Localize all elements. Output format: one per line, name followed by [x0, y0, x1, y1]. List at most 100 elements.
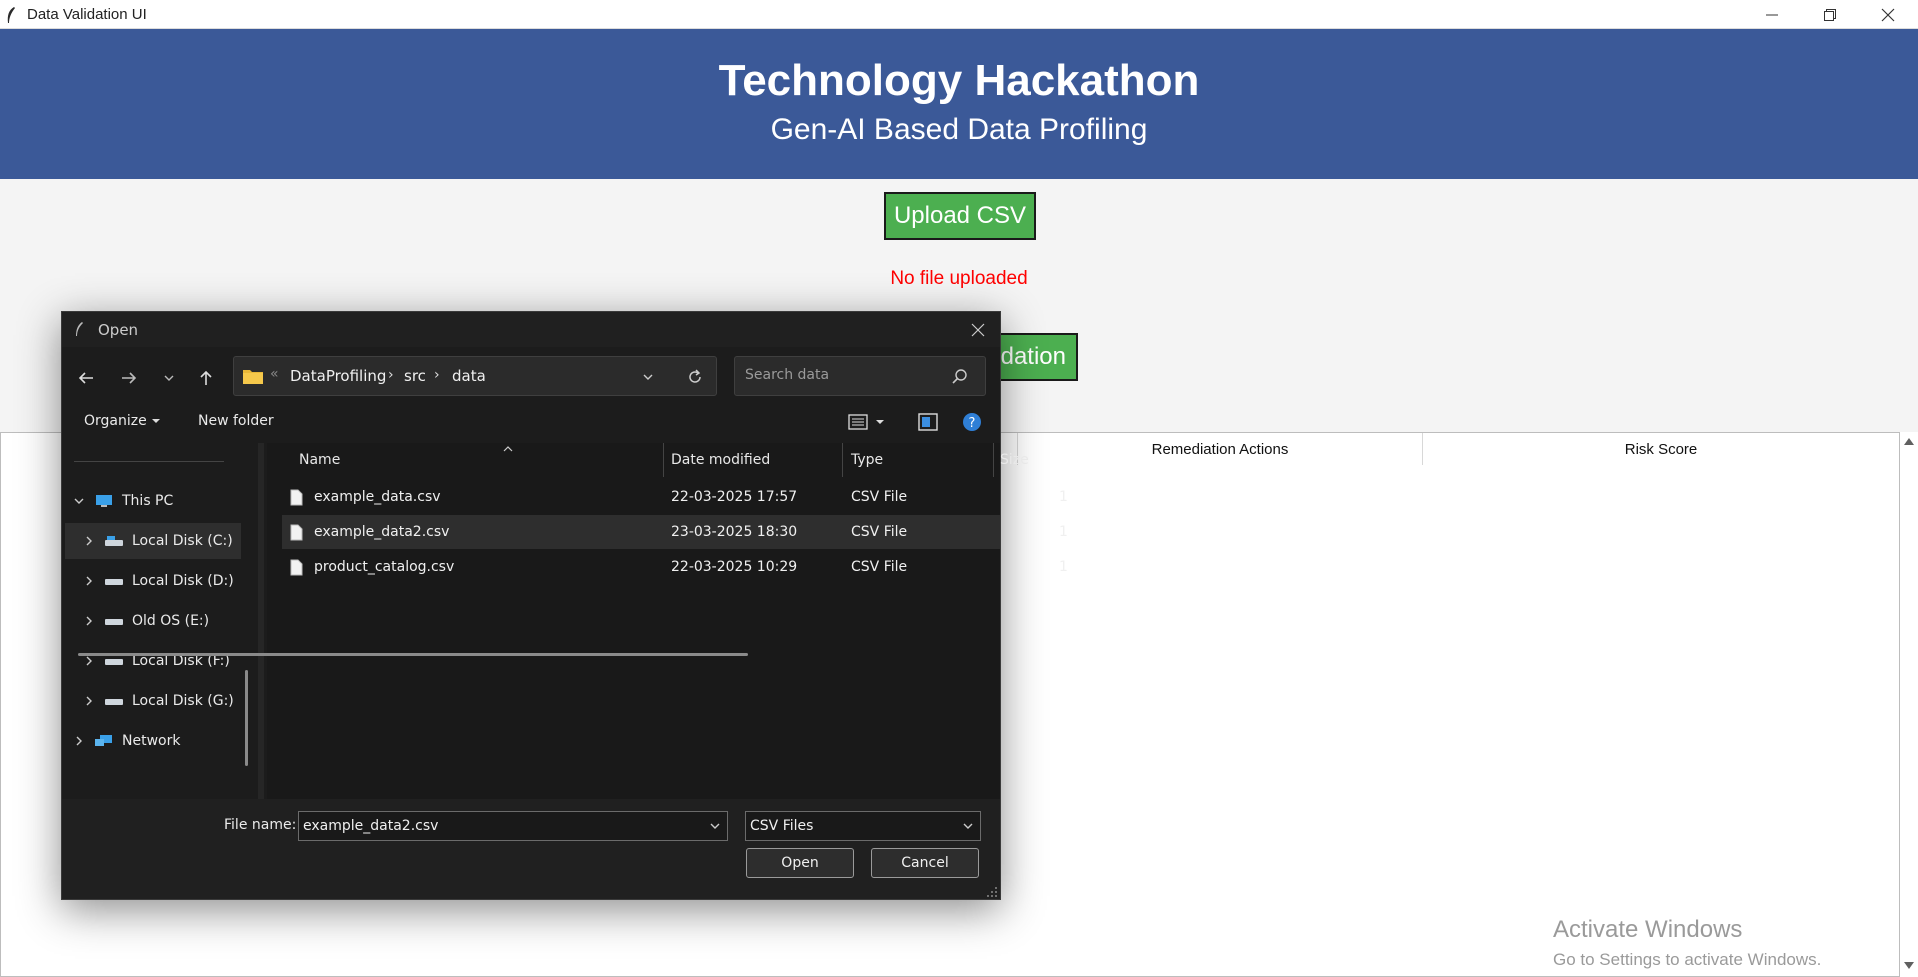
activation-watermark-title: Activate Windows — [1553, 916, 1743, 943]
file-name: example_data.csv — [314, 489, 441, 505]
open-file-dialog: Open « DataProfiling › src › data Search… — [61, 311, 1068, 900]
refresh-icon[interactable] — [686, 368, 704, 386]
chevron-right-icon — [86, 696, 92, 706]
file-name: product_catalog.csv — [314, 559, 455, 575]
nav-item-this-pc[interactable]: This PC — [72, 483, 258, 519]
results-scrollbar[interactable] — [1900, 432, 1918, 977]
file-row[interactable]: product_catalog.csv 22-03-2025 10:29 CSV… — [282, 550, 1068, 584]
restore-button[interactable] — [1801, 0, 1859, 29]
recent-locations-chevron-icon[interactable] — [158, 367, 180, 389]
resize-grip-icon[interactable] — [986, 886, 998, 898]
file-name-input[interactable]: example_data2.csv — [298, 811, 728, 841]
column-header-size[interactable]: Size — [1000, 443, 1029, 477]
drive-icon — [105, 536, 123, 546]
column-separator[interactable] — [842, 443, 843, 477]
file-date: 22-03-2025 10:29 — [671, 559, 798, 575]
file-date: 23-03-2025 18:30 — [671, 524, 798, 540]
minimize-button[interactable] — [1743, 0, 1801, 29]
dialog-command-bar: Organize New folder ? — [62, 401, 1000, 443]
header-subtitle: Gen-AI Based Data Profiling — [770, 113, 1148, 146]
chevron-right-icon — [76, 736, 82, 746]
chevron-down-icon[interactable] — [709, 820, 721, 832]
upload-status-text: No file uploaded — [890, 268, 1028, 289]
forward-arrow-icon[interactable] — [118, 367, 140, 389]
breadcrumb-dataprofiling[interactable]: DataProfiling — [290, 367, 386, 385]
chevron-right-icon — [86, 576, 92, 586]
open-button[interactable]: Open — [746, 848, 854, 878]
upload-csv-button[interactable]: Upload CSV — [884, 192, 1036, 240]
column-separator[interactable] — [993, 443, 994, 477]
restore-icon — [1824, 8, 1836, 21]
file-row[interactable]: example_data.csv 22-03-2025 17:57 CSV Fi… — [282, 480, 1068, 514]
computer-icon — [96, 495, 112, 507]
nav-item-old-os-e[interactable]: Old OS (E:) — [82, 603, 258, 639]
preview-pane-icon[interactable] — [918, 413, 938, 431]
file-icon — [290, 489, 303, 506]
drive-icon — [105, 579, 123, 585]
column-separator[interactable] — [663, 443, 664, 477]
address-bar[interactable]: « DataProfiling › src › data — [233, 356, 717, 396]
drive-icon — [105, 619, 123, 625]
nav-item-network[interactable]: Network — [72, 723, 258, 759]
back-arrow-icon[interactable] — [75, 367, 97, 389]
window-titlebar: Data Validation UI — [0, 0, 1918, 29]
search-placeholder: Search data — [745, 367, 830, 383]
chevron-right-icon — [86, 656, 92, 666]
nav-item-label: Local Disk (G:) — [132, 693, 234, 709]
up-arrow-icon[interactable] — [195, 367, 217, 389]
network-icon — [95, 735, 112, 746]
column-header-type[interactable]: Type — [851, 443, 883, 477]
chevron-down-icon — [74, 498, 84, 504]
cancel-button[interactable]: Cancel — [871, 848, 979, 878]
file-size: 1 — [1059, 524, 1068, 540]
feather-icon — [76, 322, 83, 336]
pane-divider[interactable] — [258, 443, 264, 799]
breadcrumb-data[interactable]: data — [452, 367, 486, 385]
drive-icon — [105, 699, 123, 705]
nav-item-local-disk-d[interactable]: Local Disk (D:) — [82, 563, 258, 599]
nav-item-label: Old OS (E:) — [132, 613, 210, 629]
column-header-risk-score[interactable]: Risk Score — [1423, 433, 1899, 465]
nav-scrollbar-thumb[interactable] — [245, 670, 248, 766]
file-row[interactable]: example_data2.csv 23-03-2025 18:30 CSV F… — [282, 515, 1068, 549]
file-type-select[interactable]: CSV Files — [745, 811, 981, 841]
breadcrumb-src[interactable]: src — [404, 367, 426, 385]
file-type: CSV File — [851, 489, 908, 505]
organize-label: Organize — [84, 413, 147, 429]
app-header: Technology Hackathon Gen-AI Based Data P… — [0, 29, 1918, 179]
help-icon[interactable]: ? — [962, 412, 982, 432]
file-type: CSV File — [851, 559, 908, 575]
file-type: CSV File — [851, 524, 908, 540]
scroll-down-icon[interactable] — [1904, 962, 1914, 969]
file-list-hscroll[interactable] — [78, 653, 748, 656]
chevron-down-icon — [152, 419, 161, 423]
breadcrumb-separator-icon: › — [434, 367, 440, 383]
close-button[interactable] — [1859, 0, 1917, 29]
nav-item-local-disk-g[interactable]: Local Disk (G:) — [82, 683, 258, 719]
column-header-date-modified[interactable]: Date modified — [671, 443, 770, 477]
svg-text:?: ? — [969, 416, 976, 431]
nav-item-local-disk-c[interactable]: Local Disk (C:) — [65, 523, 241, 559]
search-input[interactable]: Search data — [734, 356, 986, 396]
nav-item-local-disk-f[interactable]: Local Disk (F:) — [82, 643, 258, 679]
breadcrumb-separator-icon: › — [388, 367, 394, 383]
scroll-up-icon[interactable] — [1904, 438, 1914, 445]
view-options-icon[interactable] — [848, 413, 888, 431]
address-dropdown-icon[interactable] — [642, 371, 654, 383]
chevron-right-icon — [86, 536, 92, 546]
organize-menu[interactable]: Organize — [84, 413, 161, 429]
overflow-chevrons-icon: « — [270, 366, 279, 382]
new-folder-button[interactable]: New folder — [198, 413, 274, 429]
activation-watermark-text: Go to Settings to activate Windows. — [1553, 950, 1822, 969]
file-icon — [290, 524, 303, 541]
file-list: Name Date modified Type Size example_dat… — [78, 443, 1068, 799]
file-icon — [290, 559, 303, 576]
file-name: example_data2.csv — [314, 524, 450, 540]
column-header-name[interactable]: Name — [299, 443, 340, 477]
chevron-right-icon — [86, 616, 92, 626]
minimize-icon — [1766, 14, 1778, 15]
column-header-remediation[interactable]: Remediation Actions — [1017, 433, 1423, 465]
nav-item-label: Local Disk (D:) — [132, 573, 234, 589]
close-icon[interactable] — [970, 322, 986, 338]
search-icon[interactable] — [951, 368, 969, 386]
